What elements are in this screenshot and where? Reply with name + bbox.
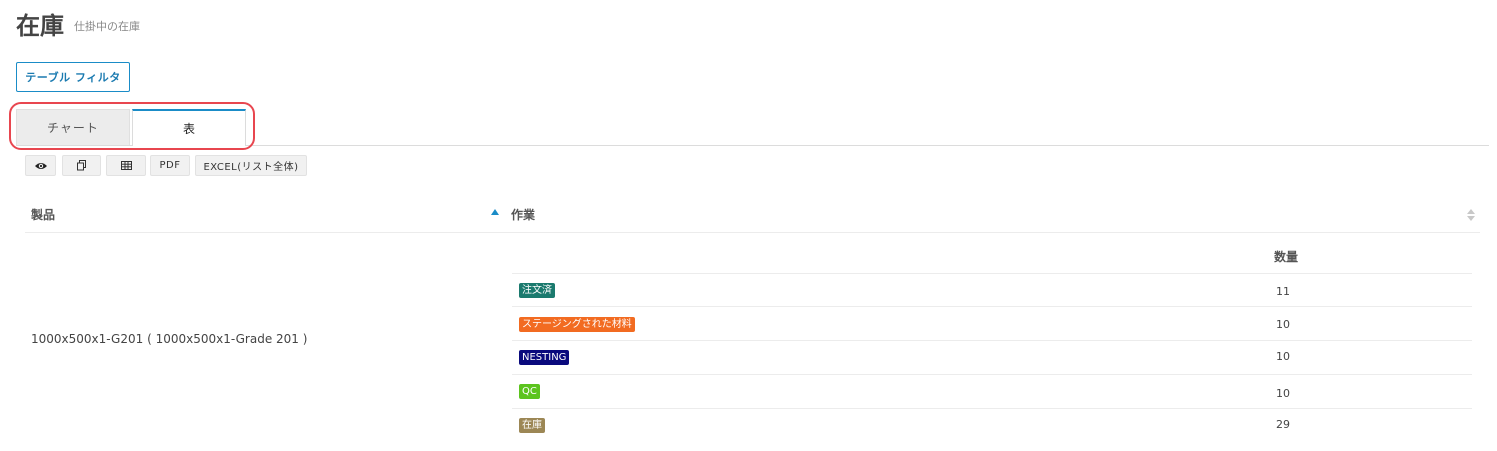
excel-export-button[interactable]: EXCEL(リスト全体) [195,155,307,176]
page: 在庫 仕掛中の在庫 テーブル フィルタ チャート 表 PDF EXCEL(リスト… [0,0,1497,451]
tab-chart[interactable]: チャート [16,109,130,145]
row-divider [512,273,1472,274]
row-divider [512,306,1472,307]
product-cell: 1000x500x1-G201 ( 1000x500x1-Grade 201 ) [31,332,308,346]
column-header-operation[interactable]: 作業 [511,207,535,223]
pdf-button[interactable]: PDF [150,155,190,176]
grid-icon [120,161,132,170]
row-divider [512,408,1472,409]
quantity-cell: 11 [1276,285,1290,298]
columns-button[interactable] [106,155,146,176]
status-badge-nesting: NESTING [519,350,570,365]
eye-icon [34,161,48,171]
row-divider [512,340,1472,341]
status-badge-qc: QC [519,384,540,399]
quantity-cell: 29 [1276,418,1290,431]
copy-icon [76,160,87,171]
sort-both-icon[interactable] [1467,209,1475,222]
header-divider [25,232,1480,233]
column-header-product[interactable]: 製品 [31,207,55,223]
page-title: 在庫 [16,12,64,40]
row-divider [512,374,1472,375]
status-badge-staged: ステージングされた材料 [519,317,635,332]
view-button[interactable] [25,155,56,176]
quantity-header: 数量 [1274,250,1299,264]
sort-ascending-icon[interactable] [491,209,499,215]
status-badge-ordered: 注文済 [519,283,555,298]
page-subtitle: 仕掛中の在庫 [74,20,140,33]
status-badge-stock: 在庫 [519,418,545,433]
table-filter-button[interactable]: テーブル フィルタ [16,62,130,92]
quantity-cell: 10 [1276,318,1290,331]
copy-button[interactable] [62,155,101,176]
quantity-cell: 10 [1276,350,1290,363]
tab-table[interactable]: 表 [132,109,246,146]
quantity-cell: 10 [1276,387,1290,400]
